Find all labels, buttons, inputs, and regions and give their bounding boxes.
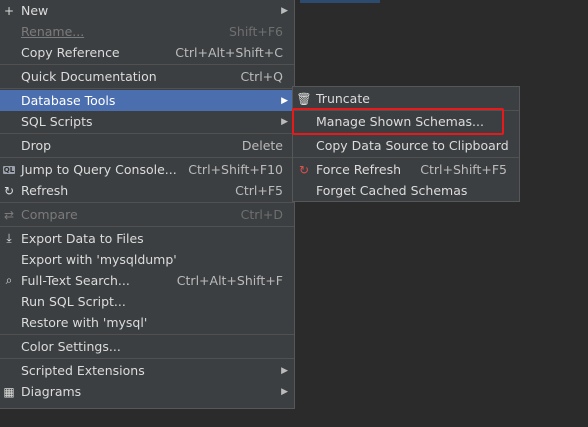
menu-item-new[interactable]: + New ▶ [0, 0, 294, 21]
menu-separator [293, 157, 519, 158]
menu-item-drop[interactable]: Drop Delete [0, 135, 294, 156]
force-refresh-icon: ↻ [298, 162, 310, 177]
menu-item-jump-to-console[interactable]: QL Jump to Query Console... Ctrl+Shift+F… [0, 159, 294, 180]
submenu-arrow-icon: ▶ [281, 5, 288, 16]
menu-item-export-files[interactable]: ⤓ Export Data to Files [0, 228, 294, 249]
trash-icon: 🗑 [296, 91, 312, 106]
submenu-arrow-icon: ▶ [281, 365, 288, 376]
submenu-arrow-icon: ▶ [281, 95, 288, 106]
menu-item-quick-documentation[interactable]: Quick Documentation Ctrl+Q [0, 66, 294, 87]
menu-separator [0, 133, 294, 134]
submenu-item-copy-datasource[interactable]: Copy Data Source to Clipboard [293, 135, 519, 156]
submenu-item-force-refresh[interactable]: ↻ Force Refresh Ctrl+Shift+F5 [293, 159, 519, 180]
menu-item-scripted-extensions[interactable]: Scripted Extensions ▶ [0, 360, 294, 381]
submenu-item-truncate[interactable]: 🗑 Truncate [293, 88, 519, 109]
annotation-highlight-box [292, 108, 504, 135]
database-tools-submenu: 🗑 Truncate Manage Shown Schemas... Copy … [292, 86, 520, 202]
submenu-arrow-icon: ▶ [281, 116, 288, 127]
menu-separator [0, 202, 294, 203]
menu-item-restore-mysql[interactable]: Restore with 'mysql' [0, 312, 294, 333]
menu-item-database-tools[interactable]: Database Tools ▶ [0, 90, 294, 111]
menu-item-compare[interactable]: ⇄ Compare Ctrl+D [0, 204, 294, 225]
menu-separator [0, 358, 294, 359]
menu-item-rename[interactable]: Rename... Shift+F6 [0, 21, 294, 42]
menu-item-sql-scripts[interactable]: SQL Scripts ▶ [0, 111, 294, 132]
search-icon: ⌕ [5, 273, 13, 287]
menu-item-color-settings[interactable]: Color Settings... [0, 336, 294, 357]
menu-item-run-sql-script[interactable]: Run SQL Script... [0, 291, 294, 312]
menu-separator [0, 64, 294, 65]
menu-separator [0, 226, 294, 227]
compare-icon: ⇄ [3, 207, 15, 222]
menu-item-copy-reference[interactable]: Copy Reference Ctrl+Alt+Shift+C [0, 42, 294, 63]
editor-background [380, 0, 588, 427]
submenu-item-forget-schemas[interactable]: Forget Cached Schemas [293, 180, 519, 201]
plus-icon: + [3, 3, 15, 18]
menu-separator [0, 157, 294, 158]
menu-item-diagrams[interactable]: ▦ Diagrams ▶ [0, 381, 294, 402]
diagram-icon: ▦ [3, 384, 15, 399]
menu-separator [0, 334, 294, 335]
export-icon: ⤓ [6, 231, 12, 245]
refresh-icon: ↻ [3, 183, 15, 198]
menu-separator [0, 88, 294, 89]
menu-item-refresh[interactable]: ↻ Refresh Ctrl+F5 [0, 180, 294, 201]
editor-tab-strip [300, 0, 380, 3]
context-menu: + New ▶ Rename... Shift+F6 Copy Referenc… [0, 0, 295, 409]
menu-item-fulltext-search[interactable]: ⌕ Full-Text Search... Ctrl+Alt+Shift+F [0, 270, 294, 291]
query-console-icon: QL [2, 165, 16, 174]
submenu-arrow-icon: ▶ [281, 386, 288, 397]
menu-item-export-mysqldump[interactable]: Export with 'mysqldump' [0, 249, 294, 270]
